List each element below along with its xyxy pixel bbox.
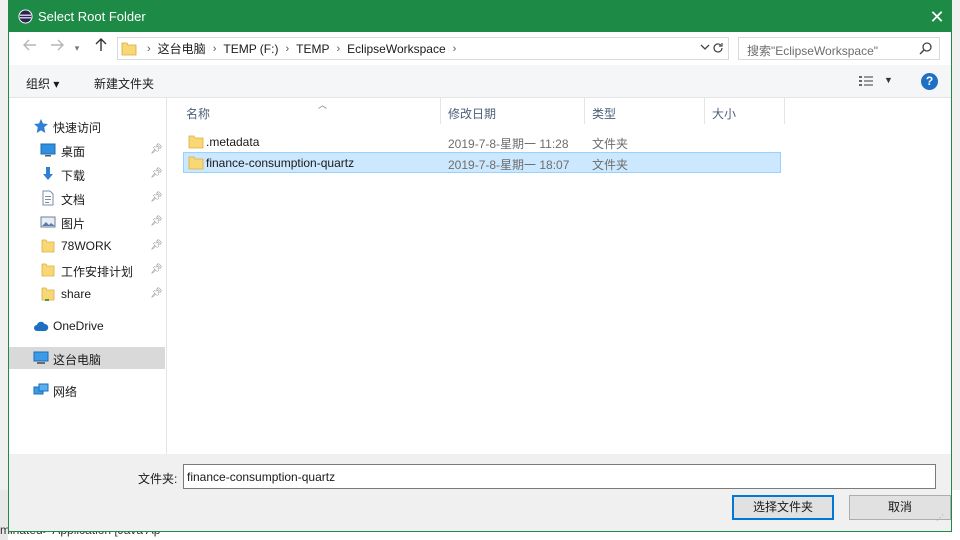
sidebar-item-onedrive[interactable]: OneDrive: [9, 315, 165, 337]
new-folder-button[interactable]: 新建文件夹: [94, 75, 154, 92]
cloud-icon: [34, 321, 49, 331]
file-list: 名称 ︿ 修改日期 类型 大小 .metadata 2019-7-8-星期一 1…: [167, 98, 951, 454]
breadcrumb-item[interactable]: TEMP: [296, 42, 329, 56]
file-name: .metadata: [206, 135, 260, 149]
sidebar-item-quick-access[interactable]: 快速访问: [9, 115, 165, 137]
breadcrumb-item[interactable]: 这台电脑: [158, 40, 206, 57]
back-button[interactable]: [19, 38, 41, 58]
file-name: finance-consumption-quartz: [206, 156, 355, 170]
pin-icon: 📌︎: [150, 168, 163, 179]
column-header-name[interactable]: 名称 ︿: [179, 98, 441, 124]
folder-label: 文件夹:: [138, 472, 178, 486]
dialog-title: Select Root Folder: [38, 9, 146, 24]
pin-icon: 📌︎: [150, 288, 163, 299]
computer-icon: [33, 351, 49, 364]
document-icon: [42, 190, 54, 206]
star-icon: [34, 119, 48, 133]
file-type: 文件夹: [592, 137, 629, 151]
forward-button[interactable]: [46, 38, 68, 58]
arrow-left-icon: [23, 39, 36, 51]
sidebar-item-downloads[interactable]: 下载 📌︎: [9, 163, 165, 185]
search-placeholder: 搜索"EclipseWorkspace": [747, 44, 879, 58]
address-bar[interactable]: › 这台电脑 › TEMP (F:) › TEMP › EclipseWorks…: [117, 37, 729, 60]
navigation-pane: 快速访问 桌面 📌︎ 下载 📌︎ 文档 📌︎ 图片 📌︎ 78WORK 📌︎ 工…: [9, 98, 167, 454]
breadcrumb-item[interactable]: EclipseWorkspace: [347, 42, 445, 56]
help-button[interactable]: ?: [921, 73, 938, 90]
close-button[interactable]: ✕: [927, 7, 947, 27]
folder-icon: [188, 135, 204, 149]
arrow-right-icon: [51, 39, 64, 51]
eclipse-icon: [18, 9, 33, 24]
file-row-selected[interactable]: finance-consumption-quartz 2019-7-8-星期一 …: [183, 152, 781, 173]
folder-icon: [121, 42, 137, 56]
folder-icon: [41, 263, 55, 277]
pictures-icon: [40, 216, 56, 228]
sidebar-item-pictures[interactable]: 图片 📌︎: [9, 211, 165, 233]
pin-icon: 📌︎: [150, 144, 163, 155]
column-header-date[interactable]: 修改日期: [441, 98, 585, 124]
sidebar-item-network[interactable]: 网络: [9, 379, 165, 401]
up-button[interactable]: [90, 38, 112, 58]
search-icon[interactable]: [919, 41, 933, 55]
select-folder-dialog: Select Root Folder ✕ ▾ › 这台电脑 › TEMP (F:…: [8, 0, 952, 532]
pin-icon: 📌︎: [150, 192, 163, 203]
refresh-button[interactable]: [707, 37, 729, 60]
file-type: 文件夹: [592, 158, 629, 172]
sidebar-item-78work[interactable]: 78WORK 📌︎: [9, 235, 165, 257]
shared-folder-icon: [41, 287, 55, 301]
navigation-bar: ▾ › 这台电脑 › TEMP (F:) › TEMP › EclipseWor…: [9, 32, 951, 65]
folder-name-input[interactable]: [183, 464, 936, 489]
select-folder-button[interactable]: 选择文件夹: [732, 495, 834, 520]
network-icon: [33, 383, 49, 395]
file-date: 2019-7-8-星期一 11:28: [448, 137, 569, 151]
title-bar[interactable]: Select Root Folder ✕: [9, 1, 951, 32]
view-dropdown-icon[interactable]: ▼: [884, 75, 893, 85]
download-icon: [43, 167, 53, 180]
recent-locations-button[interactable]: ▾: [66, 38, 88, 58]
folder-icon: [188, 156, 204, 170]
arrow-up-icon: [95, 38, 107, 51]
sort-up-icon: ︿: [318, 100, 328, 110]
sidebar-item-share[interactable]: share 📌︎: [9, 283, 165, 305]
file-row[interactable]: .metadata 2019-7-8-星期一 11:28 文件夹: [183, 131, 781, 152]
resize-grip-icon[interactable]: ⋰: [936, 514, 944, 522]
sidebar-item-documents[interactable]: 文档 📌︎: [9, 187, 165, 209]
dialog-footer: 文件夹: 选择文件夹 取消 ⋰: [9, 454, 951, 531]
breadcrumb-item[interactable]: TEMP (F:): [223, 42, 278, 56]
pin-icon: 📌︎: [150, 264, 163, 275]
file-date: 2019-7-8-星期一 18:07: [448, 158, 570, 172]
sidebar-item-work-plan[interactable]: 工作安排计划 📌︎: [9, 259, 165, 281]
sidebar-item-this-pc[interactable]: 这台电脑: [9, 347, 165, 369]
search-box[interactable]: 搜索"EclipseWorkspace": [738, 37, 940, 60]
column-header-size[interactable]: 大小: [705, 98, 785, 124]
sidebar-item-desktop[interactable]: 桌面 📌︎: [9, 139, 165, 161]
pin-icon: 📌︎: [150, 216, 163, 227]
folder-icon: [41, 239, 55, 253]
view-options-icon[interactable]: [858, 74, 874, 88]
organize-button[interactable]: 组织 ▾: [26, 75, 59, 92]
desktop-icon: [40, 143, 56, 157]
pin-icon: 📌︎: [150, 240, 163, 251]
breadcrumb: › 这台电脑 › TEMP (F:) › TEMP › EclipseWorks…: [147, 40, 457, 57]
column-header-type[interactable]: 类型: [585, 98, 705, 124]
refresh-icon: [712, 43, 723, 53]
command-bar: 组织 ▾ 新建文件夹 ▼ ?: [9, 65, 951, 98]
